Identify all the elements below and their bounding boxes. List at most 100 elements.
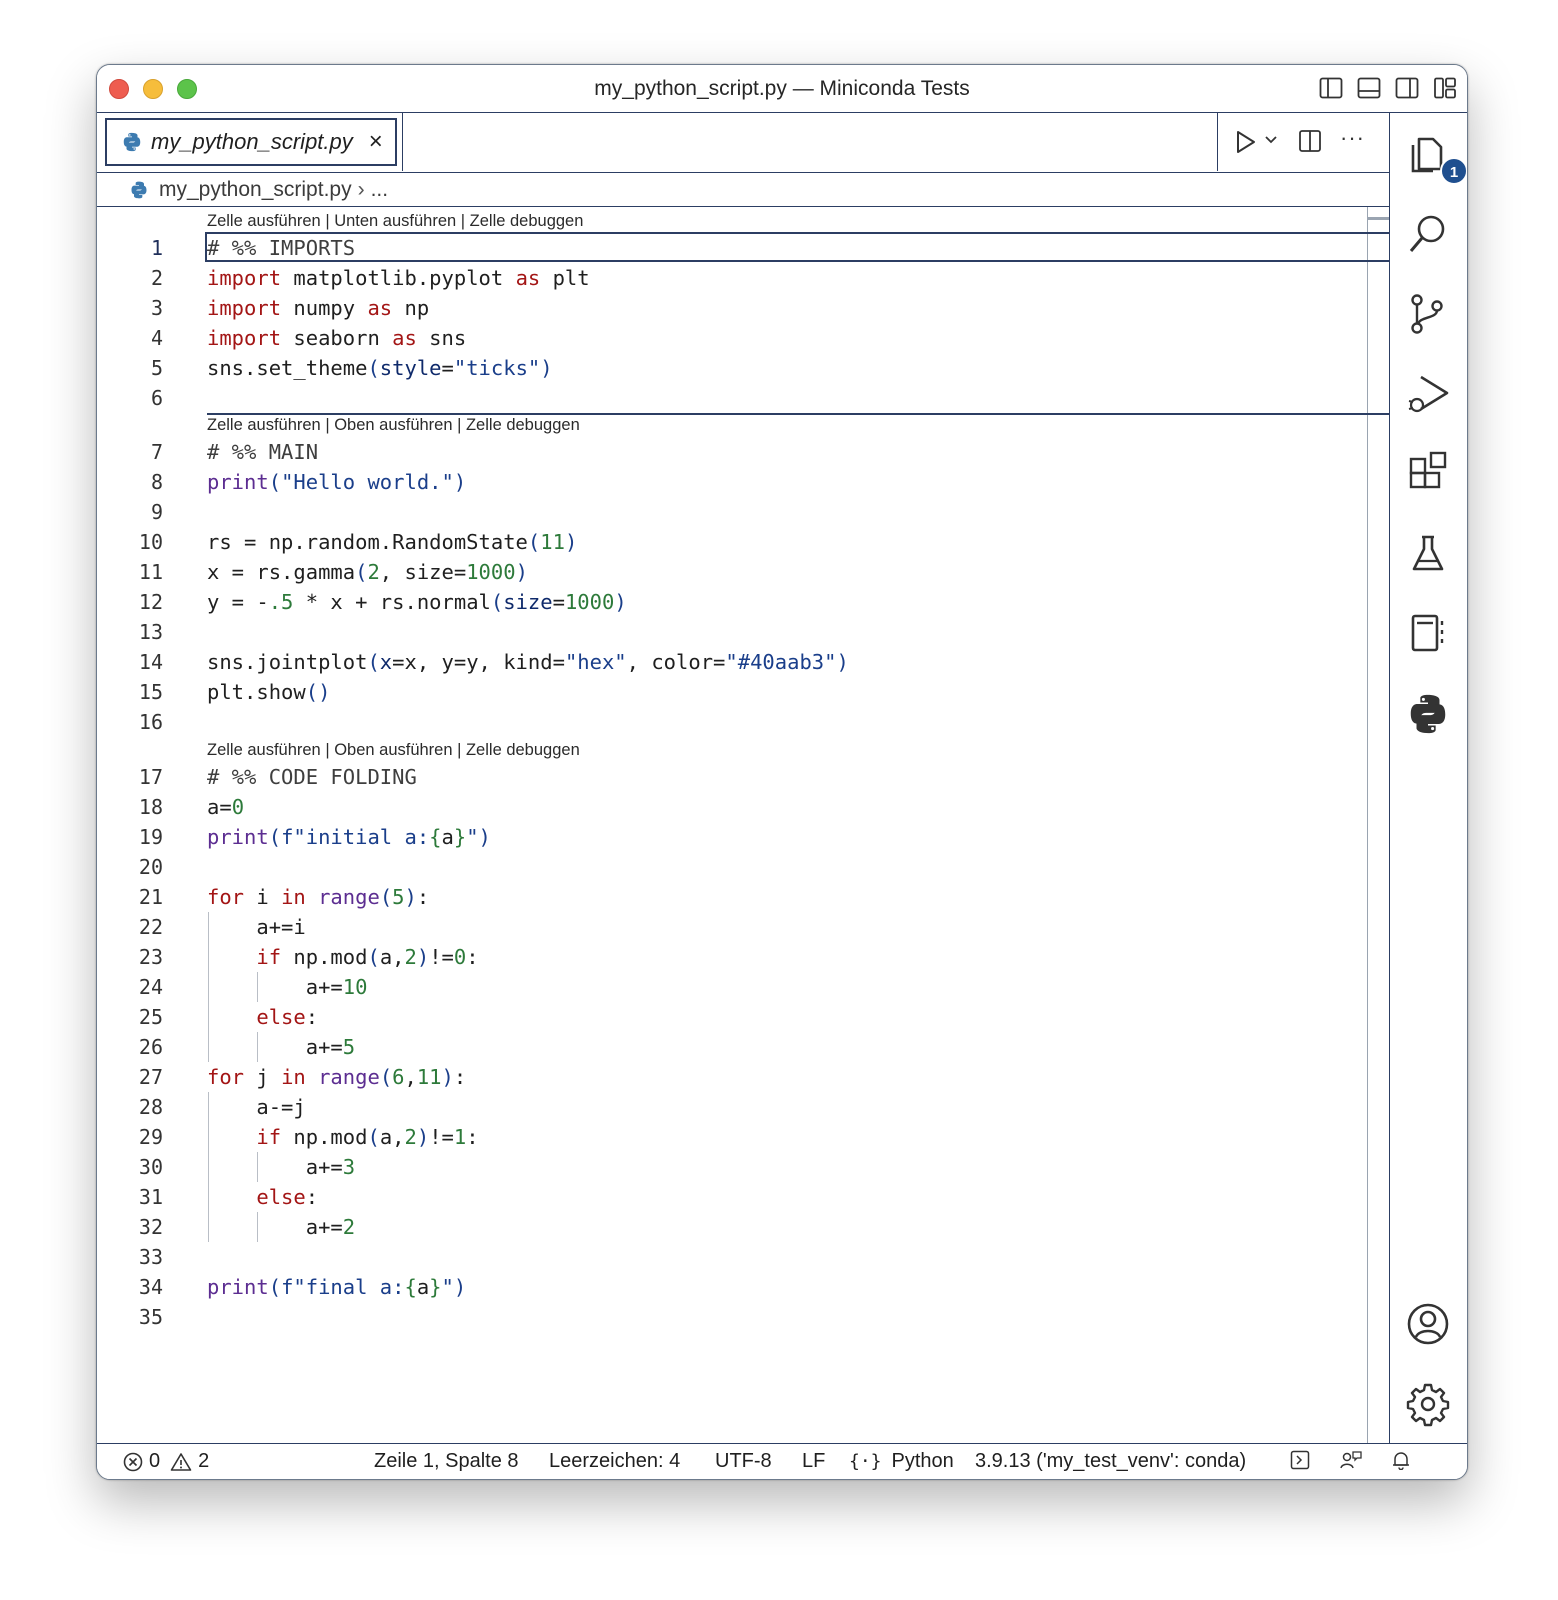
toggle-secondary-sidebar-icon[interactable] [1395, 76, 1419, 100]
code-text[interactable]: import seaborn as sns [207, 323, 1367, 353]
close-tab-icon[interactable]: × [369, 128, 383, 156]
python-icon[interactable] [1405, 691, 1451, 737]
code-text[interactable]: x = rs.gamma(2, size=1000) [207, 557, 1367, 587]
vertical-scrollbar[interactable] [1367, 207, 1389, 1443]
code-line[interactable]: 29 if np.mod(a,2)!=1: [97, 1122, 1367, 1152]
code-text[interactable]: sns.jointplot(x=x, y=y, kind="hex", colo… [207, 647, 1367, 677]
code-text[interactable]: plt.show() [207, 677, 1367, 707]
codelens-run-cell[interactable]: Zelle ausführen | Unten ausführen | Zell… [207, 209, 583, 233]
eol-status[interactable]: LF [802, 1450, 825, 1473]
code-line[interactable]: 27 for j in range(6,11): [97, 1062, 1367, 1092]
code-line[interactable]: 25 else: [97, 1002, 1367, 1032]
code-text[interactable]: if np.mod(a,2)!=1: [207, 1122, 1367, 1152]
customize-layout-icon[interactable] [1433, 76, 1457, 100]
code-line[interactable]: 14 sns.jointplot(x=x, y=y, kind="hex", co… [97, 647, 1367, 677]
cursor-position[interactable]: Zeile 1, Spalte 8 [374, 1450, 519, 1473]
run-dropdown-chevron-icon[interactable] [1264, 133, 1278, 152]
code-line[interactable]: 24 a+=10 [97, 972, 1367, 1002]
code-text[interactable]: for j in range(6,11): [207, 1062, 1367, 1092]
code-text[interactable]: sns.set_theme(style="ticks") [207, 353, 1367, 383]
code-line[interactable]: 12 y = -.5 * x + rs.normal(size=1000) [97, 587, 1367, 617]
code-text[interactable]: rs = np.random.RandomState(11) [207, 527, 1367, 557]
toggle-panel-icon[interactable] [1357, 76, 1381, 100]
code-line[interactable]: 4 import seaborn as sns [97, 323, 1367, 353]
notifications-bell-icon[interactable] [1391, 1450, 1411, 1470]
code-line[interactable]: 23 if np.mod(a,2)!=0: [97, 942, 1367, 972]
accounts-icon[interactable] [1405, 1301, 1451, 1347]
toggle-primary-sidebar-icon[interactable] [1319, 76, 1343, 100]
code-line[interactable]: 17 # %% CODE FOLDING [97, 762, 1367, 792]
code-text[interactable]: print(f"final a:{a}") [207, 1272, 1367, 1302]
code-line[interactable]: 22 a+=i [97, 912, 1367, 942]
code-text[interactable]: a=0 [207, 792, 1367, 822]
code-line[interactable]: 18 a=0 [97, 792, 1367, 822]
breadcrumb-symbols[interactable]: ... [371, 178, 389, 202]
code-text[interactable]: else: [207, 1002, 1367, 1032]
code-text[interactable]: # %% CODE FOLDING [207, 762, 1367, 792]
codelens-run-cell[interactable]: Zelle ausführen | Oben ausführen | Zelle… [207, 738, 580, 762]
run-python-file-icon[interactable] [1234, 129, 1258, 160]
code-text[interactable]: else: [207, 1182, 1367, 1212]
code-line[interactable]: 9 [97, 497, 1367, 527]
code-line[interactable]: 33 [97, 1242, 1367, 1272]
code-line[interactable]: 34 print(f"final a:{a}") [97, 1272, 1367, 1302]
code-text[interactable]: a+=i [207, 912, 1367, 942]
feedback-icon[interactable] [1340, 1450, 1362, 1470]
code-line[interactable]: 10 rs = np.random.RandomState(11) [97, 527, 1367, 557]
code-line[interactable]: 30 a+=3 [97, 1152, 1367, 1182]
tab-my-python-script[interactable]: my_python_script.py × [105, 118, 397, 166]
extensions-icon[interactable] [1405, 451, 1451, 497]
code-editor[interactable]: Zelle ausführen | Unten ausführen | Zell… [97, 207, 1391, 1443]
code-line[interactable]: 6 [97, 383, 1367, 413]
code-line[interactable]: 35 [97, 1302, 1367, 1332]
code-text[interactable]: a+=10 [207, 972, 1367, 1002]
source-control-icon[interactable] [1405, 291, 1451, 337]
search-icon[interactable] [1405, 211, 1451, 257]
python-interpreter[interactable]: 3.9.13 ('my_test_venv': conda) [975, 1450, 1246, 1473]
code-line[interactable]: 26 a+=5 [97, 1032, 1367, 1062]
notebook-icon[interactable] [1405, 611, 1451, 657]
terminal-icon[interactable] [1290, 1450, 1310, 1470]
code-text[interactable]: import matplotlib.pyplot as plt [207, 263, 1367, 293]
code-text[interactable]: if np.mod(a,2)!=0: [207, 942, 1367, 972]
code-text[interactable]: y = -.5 * x + rs.normal(size=1000) [207, 587, 1367, 617]
code-text[interactable]: # %% IMPORTS [207, 233, 1367, 263]
breadcrumb-file[interactable]: my_python_script.py [159, 178, 352, 202]
run-debug-icon[interactable] [1405, 371, 1451, 417]
settings-gear-icon[interactable] [1405, 1381, 1451, 1427]
language-mode[interactable]: {·} Python [849, 1450, 954, 1473]
code-line[interactable]: 32 a+=2 [97, 1212, 1367, 1242]
code-text[interactable]: print("Hello world.") [207, 467, 1367, 497]
code-line[interactable]: 16 [97, 707, 1367, 737]
code-text[interactable]: import numpy as np [207, 293, 1367, 323]
code-text[interactable]: for i in range(5): [207, 882, 1367, 912]
code-text[interactable]: a-=j [207, 1092, 1367, 1122]
code-line[interactable]: 20 [97, 852, 1367, 882]
code-text[interactable]: a+=5 [207, 1032, 1367, 1062]
code-text[interactable]: a+=2 [207, 1212, 1367, 1242]
code-text[interactable]: a+=3 [207, 1152, 1367, 1182]
code-line[interactable]: 28 a-=j [97, 1092, 1367, 1122]
code-line[interactable]: 21 for i in range(5): [97, 882, 1367, 912]
line-number: 12 [138, 590, 163, 614]
more-actions-icon[interactable]: ··· [1340, 125, 1365, 151]
code-line[interactable]: 8 print("Hello world.") [97, 467, 1367, 497]
indentation-status[interactable]: Leerzeichen: 4 [549, 1450, 680, 1473]
split-editor-icon[interactable] [1298, 129, 1322, 158]
encoding-status[interactable]: UTF-8 [715, 1450, 772, 1473]
code-text[interactable]: print(f"initial a:{a}") [207, 822, 1367, 852]
code-line[interactable]: 5 sns.set_theme(style="ticks") [97, 353, 1367, 383]
code-line[interactable]: 13 [97, 617, 1367, 647]
code-line[interactable]: 7 # %% MAIN [97, 437, 1367, 467]
code-line[interactable]: 3 import numpy as np [97, 293, 1367, 323]
code-line[interactable]: 19 print(f"initial a:{a}") [97, 822, 1367, 852]
code-text[interactable]: # %% MAIN [207, 437, 1367, 467]
problems-indicator[interactable]: 0 2 [123, 1450, 209, 1473]
code-line[interactable]: 11 x = rs.gamma(2, size=1000) [97, 557, 1367, 587]
code-line[interactable]: 15 plt.show() [97, 677, 1367, 707]
code-line[interactable]: 31 else: [97, 1182, 1367, 1212]
code-line[interactable]: 1 # %% IMPORTS [97, 233, 1367, 263]
testing-icon[interactable] [1405, 531, 1451, 577]
code-line[interactable]: 2 import matplotlib.pyplot as plt [97, 263, 1367, 293]
codelens-run-cell[interactable]: Zelle ausführen | Oben ausführen | Zelle… [207, 413, 580, 437]
